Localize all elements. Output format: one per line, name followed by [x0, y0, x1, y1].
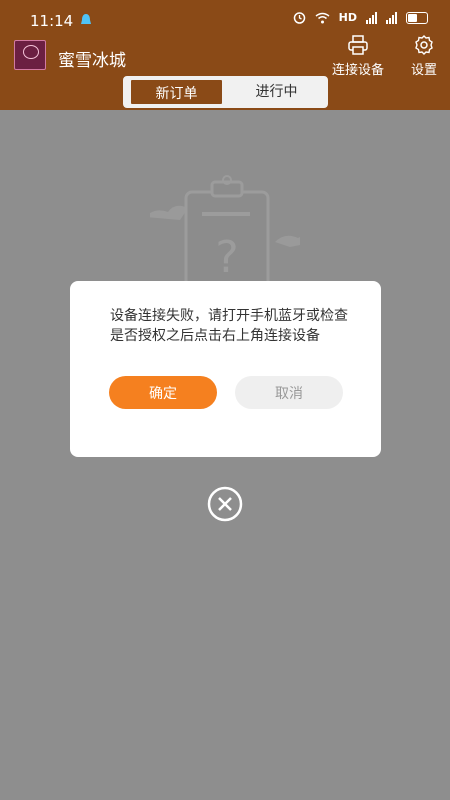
- notification-icon: [81, 14, 91, 24]
- svg-text:?: ?: [215, 232, 238, 283]
- battery-icon: [406, 11, 428, 24]
- status-icons: HD: [293, 11, 428, 24]
- connect-device-button[interactable]: 连接设备: [326, 34, 390, 78]
- settings-label: 设置: [410, 63, 437, 78]
- tab-in-progress[interactable]: 进行中: [227, 78, 326, 106]
- tab-new-orders[interactable]: 新订单: [129, 78, 224, 106]
- connection-failed-dialog: 设备连接失败，请打开手机蓝牙或检查是否授权之后点击右上角连接设备 确定 取消: [70, 281, 381, 457]
- confirm-button[interactable]: 确定: [109, 376, 217, 409]
- network-type: HD: [338, 11, 357, 24]
- gear-icon: [415, 35, 433, 55]
- cancel-button[interactable]: 取消: [235, 376, 343, 409]
- settings-button[interactable]: 设置: [404, 34, 444, 78]
- alarm-icon: [293, 12, 305, 24]
- printer-icon: [348, 35, 368, 55]
- signal-icon: [386, 11, 397, 24]
- app-title: 蜜雪冰城: [58, 51, 126, 71]
- close-circle-icon[interactable]: [207, 486, 243, 522]
- connect-device-label: 连接设备: [331, 63, 384, 78]
- dialog-message: 设备连接失败，请打开手机蓝牙或检查是否授权之后点击右上角连接设备: [110, 308, 348, 344]
- app-header: 蜜雪冰城 连接设备 设置 新订单 进行中: [0, 35, 450, 110]
- status-time: 11:14: [30, 12, 74, 30]
- app-logo: [14, 40, 46, 70]
- signal-icon: [366, 11, 377, 24]
- wifi-icon: [315, 12, 330, 23]
- order-tabs: 新订单 进行中: [123, 76, 328, 108]
